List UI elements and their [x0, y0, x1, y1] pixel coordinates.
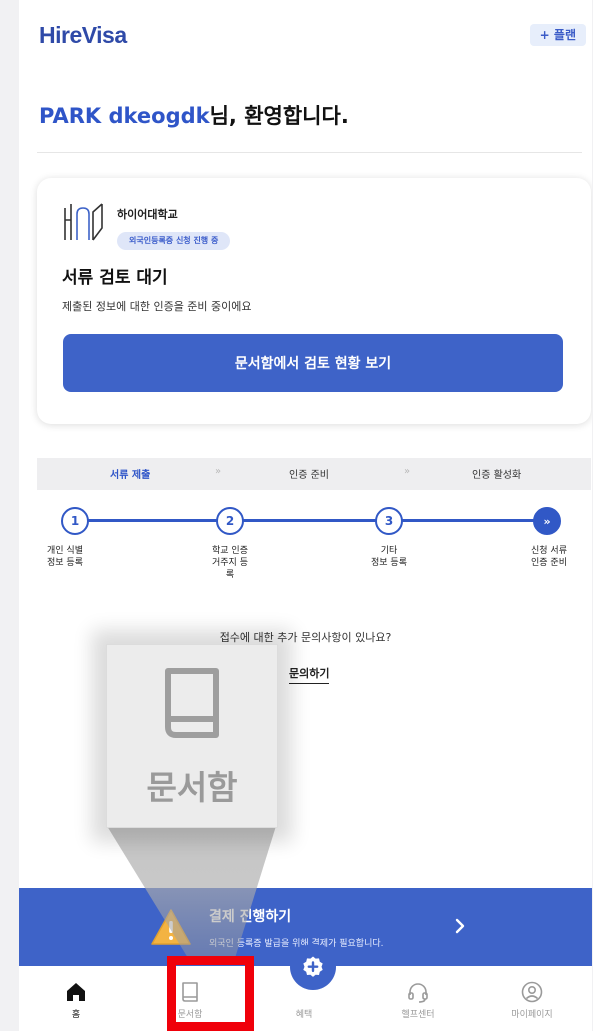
step-label-3: 기타 정보 등록	[371, 546, 407, 568]
zoom-callout: 문서함	[106, 644, 278, 828]
nav-mypage-label: 마이페이지	[511, 1010, 553, 1020]
nav-help-center[interactable]: 헬프센터	[361, 966, 475, 1031]
step-circle-final: »	[533, 507, 561, 535]
header: HireVisa + 플랜	[19, 0, 592, 70]
phase-separator: »	[404, 466, 411, 477]
welcome-heading: PARK dkeogdk님, 환영합니다.	[39, 100, 349, 130]
university-logo-icon	[64, 203, 103, 241]
progress-line	[74, 519, 549, 522]
welcome-suffix: 님, 환영합니다.	[209, 104, 349, 128]
nav-help-center-label: 헬프센터	[401, 1010, 435, 1020]
step-circle-2: 2	[216, 507, 244, 535]
plus-badge-icon	[303, 956, 323, 977]
status-description: 제출된 정보에 대한 인증을 준비 중이에요	[62, 300, 252, 313]
payment-title: 결제 진행하기	[209, 909, 292, 925]
plan-button[interactable]: + 플랜	[529, 24, 586, 46]
chevron-right-icon	[455, 918, 465, 934]
nav-benefits-label: 혜택	[295, 1010, 313, 1020]
inquiry-question: 접수에 대한 추가 문의사항이 있나요?	[219, 631, 392, 644]
user-circle-icon	[521, 981, 543, 1003]
step-label-2: 학교 인증 거주지 등 록	[212, 546, 248, 580]
app-screen: HireVisa + 플랜 PARK dkeogdk님, 환영합니다. 하이어대…	[19, 0, 592, 1031]
phase-bar: 서류 제출 » 인증 준비 » 인증 활성화	[37, 458, 591, 490]
divider	[37, 152, 582, 153]
phase-verification-prep: 인증 준비	[289, 470, 329, 481]
nav-home[interactable]: 홈	[19, 966, 133, 1031]
zoom-callout-label: 문서함	[146, 768, 238, 807]
book-icon	[165, 668, 219, 738]
app-logo[interactable]: HireVisa	[39, 22, 127, 49]
step-circle-3: 3	[375, 507, 403, 535]
phase-document-submission: 서류 제출	[110, 470, 151, 481]
step-label-1: 개인 식별 정보 등록	[47, 546, 83, 568]
warning-icon	[151, 909, 191, 945]
nav-home-label: 홈	[71, 1010, 81, 1020]
phase-activation: 인증 활성화	[472, 470, 522, 481]
payment-description: 외국인 등록증 발급을 위해 결제가 필요합니다.	[209, 939, 384, 949]
phase-separator: »	[215, 466, 222, 477]
step-circle-1: 1	[61, 507, 89, 535]
inquiry-link[interactable]: 문의하기	[289, 665, 330, 684]
home-icon	[67, 983, 85, 1001]
zoom-beam	[107, 826, 276, 958]
status-badge: 외국인등록증 신청 진행 중	[117, 232, 231, 250]
application-status-card: 하이어대학교 외국인등록증 신청 진행 중 서류 검토 대기 제출된 정보에 대…	[37, 178, 591, 424]
user-name: PARK dkeogdk	[39, 104, 210, 128]
university-name: 하이어대학교	[117, 208, 178, 221]
step-label-final: 신청 서류 인증 준비	[531, 546, 567, 568]
headset-icon	[408, 983, 428, 1003]
view-review-status-button[interactable]: 문서함에서 검토 현황 보기	[63, 334, 563, 392]
status-title: 서류 검토 대기	[62, 268, 168, 288]
benefits-fab-button[interactable]	[290, 944, 336, 990]
highlight-box	[167, 956, 254, 1031]
nav-mypage[interactable]: 마이페이지	[475, 966, 589, 1031]
